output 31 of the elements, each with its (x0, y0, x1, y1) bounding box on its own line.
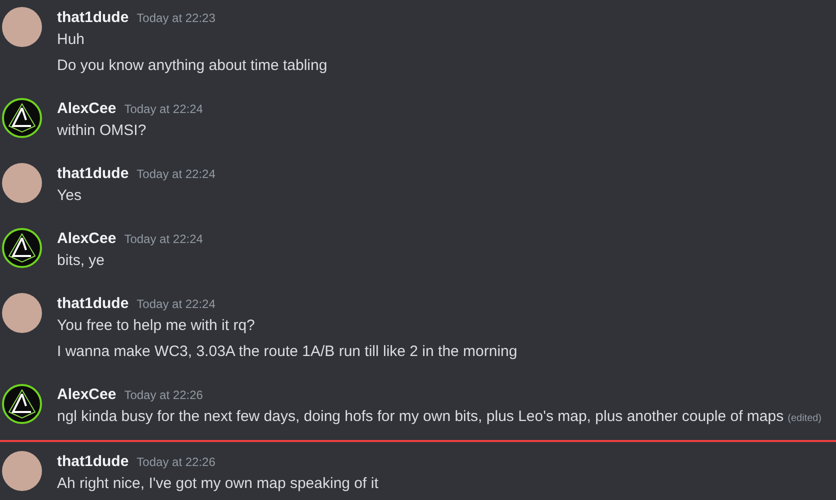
message-text: Do you know anything about time tabling (57, 56, 328, 76)
message-text: Yes (57, 186, 82, 206)
username[interactable]: that1dude (57, 7, 129, 29)
username[interactable]: that1dude (57, 293, 129, 315)
message-text: bits, ye (57, 251, 105, 271)
timestamp: Today at 22:24 (124, 101, 203, 118)
avatar-photo-placeholder[interactable] (2, 451, 42, 491)
triangle-logo-avatar-icon[interactable] (2, 98, 42, 138)
message-text: within OMSI? (57, 121, 146, 141)
edited-label: (edited) (788, 412, 822, 426)
username[interactable]: AlexCee (57, 228, 116, 250)
timestamp: Today at 22:24 (136, 296, 216, 313)
message-text: You free to help me with it rq? (57, 316, 255, 336)
avatar-photo-placeholder[interactable] (2, 7, 42, 47)
avatar-photo-placeholder[interactable] (2, 163, 42, 203)
timestamp: Today at 22:26 (136, 454, 216, 471)
username[interactable]: AlexCee (57, 384, 116, 406)
message-text: ngl kinda busy for the next few days, doing hofs for my own bits, plus Leo's map, plus another couple of maps (57, 407, 784, 427)
username[interactable]: that1dude (57, 163, 129, 185)
triangle-logo-avatar-icon[interactable] (2, 384, 42, 424)
message-text: Huh (57, 30, 85, 50)
avatar-photo-placeholder[interactable] (2, 293, 42, 333)
timestamp: Today at 22:24 (136, 166, 216, 183)
timestamp: Today at 22:24 (124, 231, 203, 248)
username[interactable]: that1dude (57, 451, 129, 473)
timestamp: Today at 22:26 (124, 387, 203, 404)
message-text: I wanna make WC3, 3.03A the route 1A/B run till like 2 in the morning (57, 342, 518, 362)
message-text: Ah right nice, I've got my own map speaking of it (57, 474, 378, 494)
username[interactable]: AlexCee (57, 98, 116, 120)
timestamp: Today at 22:23 (136, 10, 216, 27)
triangle-logo-avatar-icon[interactable] (2, 228, 42, 268)
